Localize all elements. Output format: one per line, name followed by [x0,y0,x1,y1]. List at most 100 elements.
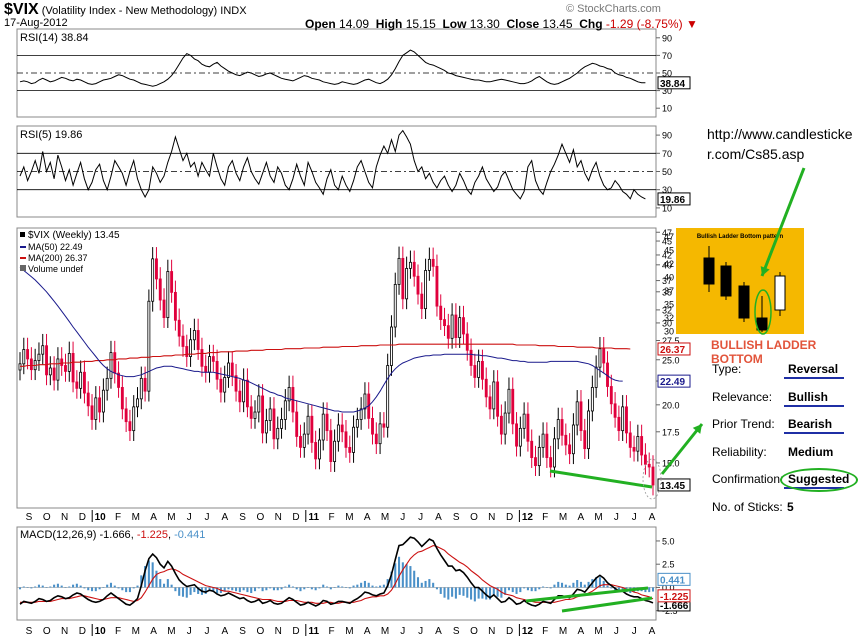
macd-hist-bar-73 [295,587,298,590]
candle-body-16 [79,371,83,389]
macd-hist-bar-114 [451,587,454,597]
candle-body-31 [136,398,139,408]
macd-hist-bar-79 [318,587,321,589]
macd-hist-bar-49 [204,587,207,594]
chg-label: Chg [579,17,603,31]
candle-body-101 [401,257,405,300]
x-label-bottom-19: A [364,626,371,637]
price-y-tick-1: 17.5 [662,427,680,437]
macd-hist-bar-42 [178,587,181,596]
macd-hist-bar-96 [382,584,385,588]
inset-ytick-3: 40 [664,273,674,283]
candle-body-39 [166,271,170,319]
candle-body-112 [443,319,446,327]
candle-body-84 [336,424,340,442]
macd-legend-macd: -1.666 [99,529,130,541]
candle-body-158 [617,416,621,432]
candle-body-102 [405,267,409,300]
macd-hist-bar-125 [492,587,495,595]
candle-body-127 [499,415,503,435]
macd-hist-bar-19 [90,587,94,592]
candle-body-30 [132,406,136,432]
x-label-top-25: O [470,512,478,523]
x-label-bottom-26: N [488,626,495,637]
candle-body-109 [431,258,435,267]
x-label-bottom-4: 10 [95,626,107,637]
detail-label-5: No. of Sticks: [712,499,783,514]
rsi14-y-tick-4: 90 [662,33,672,43]
macd-hist-bar-117 [462,587,465,596]
candle-body-3 [29,358,33,371]
macd-hist-bar-77 [310,587,313,590]
candle-body-124 [488,396,492,410]
close-value: 13.45 [542,17,573,31]
candle-body-151 [590,387,594,412]
x-label-bottom-3: D [79,626,86,637]
macd-y-tick-2: 2.5 [662,560,675,570]
candle-body-154 [602,348,606,364]
inset-body-0 [703,257,715,285]
x-label-bottom-15: D [292,626,299,637]
macd-hist-bar-74 [299,587,302,592]
x-label-bottom-29: F [542,626,548,637]
candle-body-29 [128,421,132,432]
macd-hist-bar-31 [136,585,139,588]
macd-hist-bar-147 [576,580,579,588]
candle-body-64 [261,395,265,434]
watermark: © StockCharts.com [566,3,661,15]
price-y-tick-2: 20.0 [662,400,680,410]
x-label-bottom-16: 11 [309,626,320,637]
candle-body-148 [579,401,583,432]
candle-body-2 [26,349,30,360]
x-label-bottom-6: M [132,626,140,637]
candle-body-12 [64,365,67,372]
candle-body-139 [545,433,549,459]
x-label-bottom-13: O [257,626,265,637]
macd-hist-bar-56 [231,587,234,591]
macd-hist-bar-29 [128,587,131,593]
macd-hist-bar-116 [458,587,461,595]
x-label-bottom-34: J [632,626,637,637]
macd-signal-last-value: -1.225 [660,592,689,603]
macd-hist-bar-70 [284,586,287,588]
rsi5-y-tick-4: 90 [662,131,672,141]
macd-hist-bar-8 [49,586,52,588]
detail-label-2: Prior Trend: [712,417,775,431]
candle-body-96 [382,423,386,428]
macd-hist-bar-167 [651,587,655,592]
candle-body-21 [98,397,102,413]
macd-hist-bar-4 [34,586,37,588]
x-label-bottom-5: F [115,626,121,637]
inset-ytick-7: 30 [664,327,674,337]
x-label-top-24: S [453,512,460,523]
candle-body-80 [321,413,325,441]
candle-body-33 [143,377,147,392]
macd-hist-bar-140 [549,587,552,589]
candle-body-119 [469,349,473,366]
macd-hist-bar-87 [348,587,351,589]
candle-body-77 [310,415,314,443]
candle-body-35 [151,258,155,302]
macd-hist-bar-103 [409,566,412,588]
candle-body-106 [420,293,424,310]
macd-hist-bar-129 [507,587,511,591]
x-label-top-3: D [79,512,86,523]
candle-body-113 [446,325,450,339]
candle-body-44 [185,346,189,357]
x-label-top-35: A [649,512,656,523]
macd-hist-bar-63 [257,587,260,589]
macd-hist-bar-107 [424,580,427,588]
candle-body-123 [484,378,488,398]
candle-body-53 [219,378,223,393]
candle-body-37 [158,278,162,301]
legend-ma200: MA(200) 26.37 [28,253,88,263]
candle-body-146 [571,424,575,455]
inset-body-1 [720,265,732,297]
macd-hist-bar-137 [538,587,541,590]
macd-hist-bar-67 [272,587,275,591]
macd-hist-bar-10 [56,583,59,588]
price-y-tick-4: 25.0 [662,355,680,365]
macd-hist-bar-76 [307,587,310,588]
candle-body-79 [318,439,321,460]
macd-hist-bar-55 [227,587,230,590]
